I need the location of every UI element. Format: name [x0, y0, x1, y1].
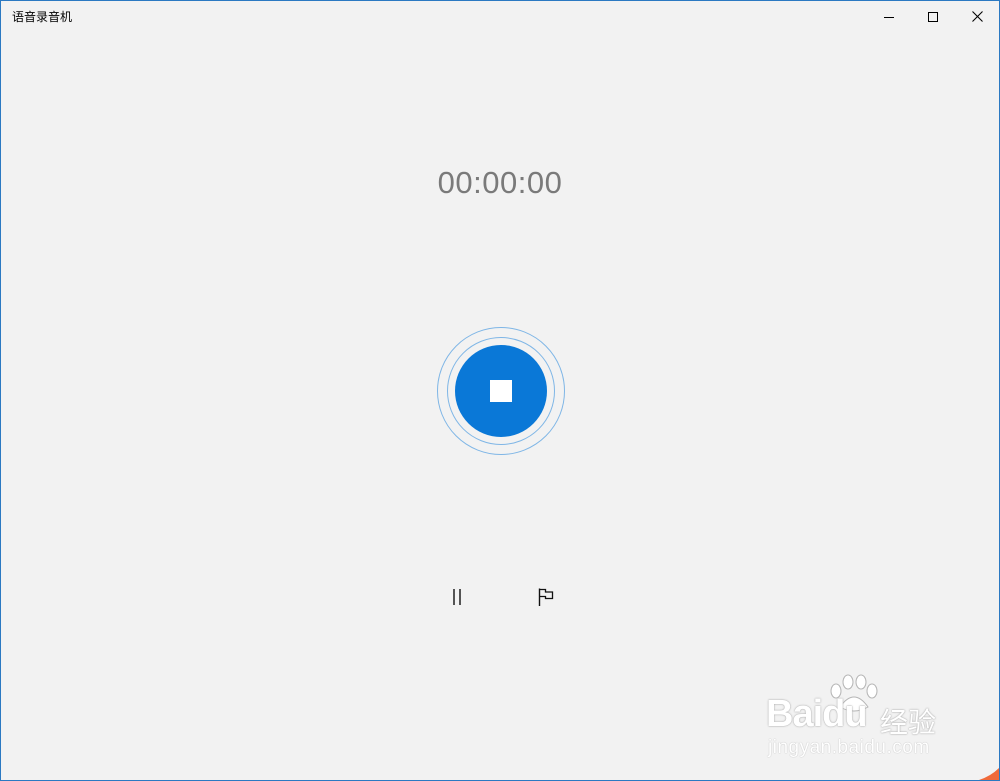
elapsed-time-display: 00:00:00 — [437, 165, 563, 200]
app-window: 语音录音机 00:00:00 Baidu 经验 jingyan.baidu.co… — [0, 0, 1000, 781]
pause-icon — [453, 589, 461, 605]
recording-indicator — [437, 327, 565, 455]
stop-recording-button[interactable] — [455, 345, 547, 437]
close-button[interactable] — [955, 1, 999, 32]
minimize-button[interactable] — [867, 1, 911, 32]
pause-button[interactable] — [445, 585, 469, 609]
add-marker-button[interactable] — [534, 585, 558, 609]
window-title: 语音录音机 — [12, 10, 73, 24]
flag-icon — [538, 588, 554, 606]
watermark-chinese-text: 经验 — [880, 706, 937, 739]
stop-icon — [490, 380, 512, 402]
minimize-icon — [884, 16, 894, 18]
baidu-jingyan-watermark: Baidu 经验 jingyan.baidu.com — [766, 673, 951, 763]
close-icon — [971, 11, 983, 22]
title-bar[interactable]: 语音录音机 — [1, 1, 999, 32]
watermark-url: jingyan.baidu.com — [768, 737, 930, 758]
maximize-icon — [928, 11, 938, 22]
corner-accent-icon — [979, 768, 999, 780]
maximize-button[interactable] — [911, 1, 955, 32]
watermark-logo-text: Baidu — [766, 693, 868, 735]
